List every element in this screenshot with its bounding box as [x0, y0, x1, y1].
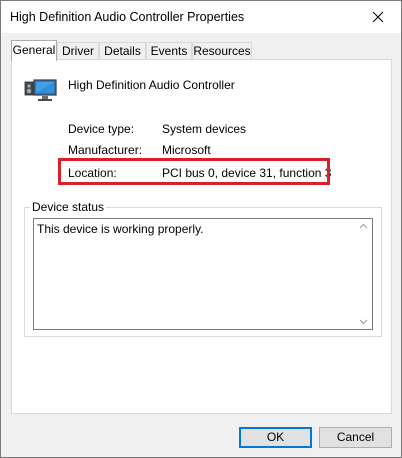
title-bar[interactable]: High Definition Audio Controller Propert…	[1, 1, 401, 33]
scroll-up-icon[interactable]	[359, 223, 368, 229]
speaker-monitor-icon	[24, 79, 57, 101]
device-type-label: Device type:	[68, 122, 135, 136]
cancel-button[interactable]: Cancel	[319, 427, 392, 448]
tab-events[interactable]: Events	[146, 42, 192, 60]
device-status-text: This device is working properly.	[37, 222, 204, 236]
manufacturer-value: Microsoft	[162, 143, 211, 157]
device-name: High Definition Audio Controller	[68, 78, 235, 92]
general-tab-panel: High Definition Audio Controller Device …	[11, 59, 392, 414]
tab-details[interactable]: Details	[99, 42, 146, 60]
tab-resources[interactable]: Resources	[192, 42, 252, 60]
location-highlight-box	[58, 158, 330, 185]
tab-general[interactable]: General	[11, 40, 57, 61]
device-status-group: Device status This device is working pro…	[24, 200, 382, 337]
scroll-down-icon[interactable]	[359, 319, 368, 325]
ok-button[interactable]: OK	[239, 427, 312, 448]
close-icon	[372, 11, 384, 23]
window-title: High Definition Audio Controller Propert…	[10, 10, 245, 24]
status-scrollbar[interactable]	[355, 219, 372, 329]
device-status-legend: Device status	[30, 200, 107, 214]
properties-dialog: High Definition Audio Controller Propert…	[0, 0, 402, 458]
close-button[interactable]	[355, 1, 401, 33]
device-status-textbox[interactable]: This device is working properly.	[33, 218, 373, 330]
manufacturer-label: Manufacturer:	[68, 143, 143, 157]
device-type-value: System devices	[162, 122, 247, 136]
tab-driver[interactable]: Driver	[57, 42, 99, 60]
